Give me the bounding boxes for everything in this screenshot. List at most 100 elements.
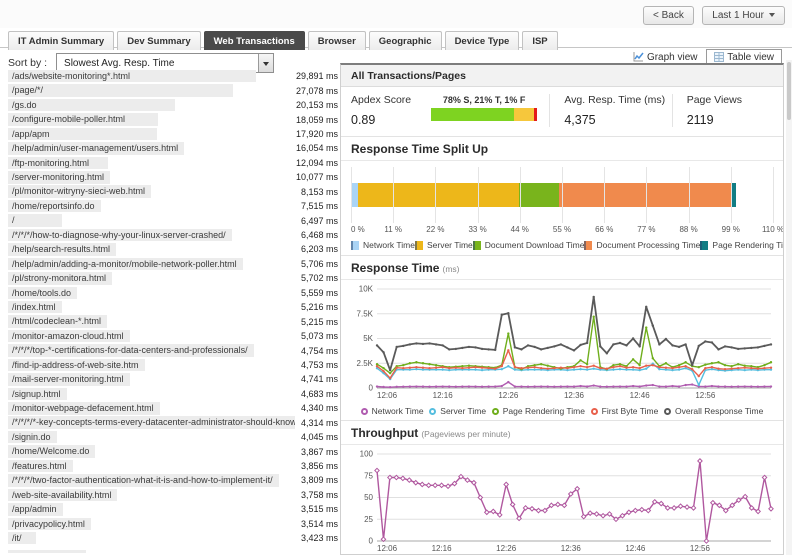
transaction-resp-time: 27,078 ms [290, 86, 338, 96]
gridline [478, 167, 479, 223]
tab-bar: IT Admin SummaryDev SummaryWeb Transacti… [0, 30, 792, 48]
legend-item: Network Time [361, 406, 424, 416]
transaction-path: /privacypolicy.html [8, 518, 91, 531]
transaction-resp-time: 4,753 ms [295, 360, 338, 370]
transaction-row[interactable]: /*/*/*/top-*-certifications-for-data-cen… [8, 343, 338, 357]
vertical-scrollbar[interactable] [786, 60, 792, 555]
transaction-row[interactable]: /find-ip-address-of-web-site.htm4,753 ms [8, 358, 338, 372]
transaction-row[interactable]: /ftp-monitoring.html12,094 ms [8, 156, 338, 170]
apdex-segment-tolerating [514, 108, 534, 121]
transaction-row[interactable]: /it/3,423 ms [8, 531, 338, 545]
dashboard-page: < Back Last 1 Hour IT Admin SummaryDev S… [0, 0, 792, 555]
transaction-path: /html/codeclean-*.html [8, 315, 107, 328]
gridline [435, 167, 436, 223]
transaction-row[interactable]: /home/reportsinfo.do7,515 ms [8, 199, 338, 213]
apdex-bar [431, 108, 537, 121]
time-range-dropdown[interactable]: Last 1 Hour [702, 6, 785, 25]
transaction-row[interactable]: /mail-server-monitoring.html4,741 ms [8, 372, 338, 386]
axis-tick-label: 33 % [468, 225, 486, 234]
scrollbar-thumb[interactable] [787, 62, 791, 120]
svg-text:12:46: 12:46 [625, 544, 646, 553]
axis-tick-label: 110 % [762, 225, 784, 234]
transaction-row[interactable]: /help/admin/user-management/users.html16… [8, 141, 338, 155]
tab-dev-summary[interactable]: Dev Summary [117, 31, 200, 50]
transaction-row[interactable]: /app/apm17,920 ms [8, 127, 338, 141]
transaction-row[interactable]: /home/Welcome.do3,867 ms [8, 444, 338, 458]
axis-tick-label: 66 % [595, 225, 613, 234]
legend-label: Document Download Time [485, 240, 585, 250]
gridline [604, 167, 605, 223]
apdex-bar-box: 78% S, 21% T, 1% F [431, 94, 549, 127]
tab-it-admin-summary[interactable]: IT Admin Summary [8, 31, 114, 50]
transaction-resp-time: 3,515 ms [295, 504, 338, 514]
tab-geographic[interactable]: Geographic [369, 31, 442, 50]
axis-tick-label: 11 % [384, 225, 402, 234]
transaction-resp-time: 4,741 ms [295, 374, 338, 384]
tab-web-transactions[interactable]: Web Transactions [204, 31, 305, 50]
transaction-row[interactable]: /gs.do20,153 ms [8, 98, 338, 112]
transaction-path: /gs.do [8, 99, 175, 112]
transaction-resp-time: 4,340 ms [295, 403, 338, 413]
axis-tick-label: 55 % [553, 225, 571, 234]
avg-resp-time-value: 4,375 [564, 113, 671, 127]
transaction-path: /home/Welcome.do [8, 445, 95, 458]
transaction-row[interactable]: /index.html5,216 ms [8, 300, 338, 314]
transaction-row[interactable]: /*/*/*/two-factor-authentication-what-it… [8, 473, 338, 487]
transaction-resp-time: 4,045 ms [295, 432, 338, 442]
transaction-resp-time: 5,706 ms [295, 259, 338, 269]
transaction-row[interactable]: /server-monitoring.html10,077 ms [8, 170, 338, 184]
tab-browser[interactable]: Browser [308, 31, 366, 50]
transaction-resp-time: 4,683 ms [295, 389, 338, 399]
apdex-caption: 78% S, 21% T, 1% F [431, 95, 537, 105]
transaction-row[interactable]: /6,497 ms [8, 213, 338, 227]
transaction-row[interactable]: /configure-mobile-poller.html18,059 ms [8, 112, 338, 126]
tab-isp[interactable]: ISP [522, 31, 557, 50]
transaction-row[interactable]: /page/*/27,078 ms [8, 83, 338, 97]
transaction-row[interactable]: /pl/monitor-witryny-sieci-web.html8,153 … [8, 185, 338, 199]
transaction-row-partial [8, 550, 86, 553]
transaction-row[interactable]: /privacypolicy.html3,514 ms [8, 517, 338, 531]
response-time-legend: Network TimeServer TimePage Rendering Ti… [341, 404, 783, 420]
transaction-resp-time: 3,809 ms [295, 475, 338, 485]
split-up-title: Response Time Split Up [341, 137, 783, 161]
legend-label: Page Rendering Time [503, 406, 585, 416]
transaction-path: / [8, 214, 62, 227]
transaction-row[interactable]: /home/tools.do5,559 ms [8, 286, 338, 300]
svg-text:10K: 10K [359, 285, 374, 294]
response-time-unit: (ms) [442, 264, 459, 274]
transaction-row[interactable]: /*/*/*/*-key-concepts-terms-every-datace… [8, 416, 338, 430]
transaction-path: /*/*/*/top-*-certifications-for-data-cen… [8, 344, 254, 357]
svg-text:12:36: 12:36 [564, 391, 585, 400]
transaction-row[interactable]: /signin.do4,045 ms [8, 430, 338, 444]
transaction-row[interactable]: /*/*/*/how-to-diagnose-why-your-linux-se… [8, 228, 338, 242]
split-up-section: Response Time Split Up 0 %11 %22 %33 %44… [341, 136, 783, 255]
transaction-row[interactable]: /html/codeclean-*.html 5,215 ms [8, 314, 338, 328]
transaction-row[interactable]: /features.html3,856 ms [8, 459, 338, 473]
gridline [520, 167, 521, 223]
transaction-resp-time: 3,423 ms [295, 533, 338, 543]
tab-device-type[interactable]: Device Type [445, 31, 520, 50]
line-chart-icon [633, 51, 644, 62]
transaction-resp-time: 3,758 ms [295, 490, 338, 500]
transaction-row[interactable]: /web-site-availability.html3,758 ms [8, 488, 338, 502]
back-button[interactable]: < Back [643, 6, 694, 25]
svg-text:25: 25 [364, 515, 373, 524]
transaction-resp-time: 5,215 ms [295, 317, 338, 327]
transaction-resp-time: 18,059 ms [290, 115, 338, 125]
graph-view-button[interactable]: Graph view [633, 51, 698, 63]
transaction-row[interactable]: /ads/website-monitoring*.html29,891 ms [8, 69, 338, 83]
svg-text:12:16: 12:16 [432, 544, 453, 553]
transaction-path: /pl/strony-monitora.html [8, 272, 112, 285]
apdex-score: Apdex Score 0.89 [351, 94, 431, 127]
ring-icon [429, 408, 436, 415]
transaction-row[interactable]: /monitor-amazon-cloud.html5,073 ms [8, 329, 338, 343]
transaction-row[interactable]: /signup.html4,683 ms [8, 387, 338, 401]
transaction-row[interactable]: /monitor-webpage-defacement.html4,340 ms [8, 401, 338, 415]
transaction-row[interactable]: /help/admin/adding-a-monitor/mobile-netw… [8, 257, 338, 271]
transaction-row[interactable]: /app/admin3,515 ms [8, 502, 338, 516]
throughput-section: Throughput(Pageviews per minute) 0255075… [341, 420, 783, 555]
transaction-row[interactable]: /pl/strony-monitora.html5,702 ms [8, 271, 338, 285]
transaction-row[interactable]: /help/search-results.html6,203 ms [8, 242, 338, 256]
axis-tick-label: 88 % [679, 225, 697, 234]
ring-icon [591, 408, 598, 415]
